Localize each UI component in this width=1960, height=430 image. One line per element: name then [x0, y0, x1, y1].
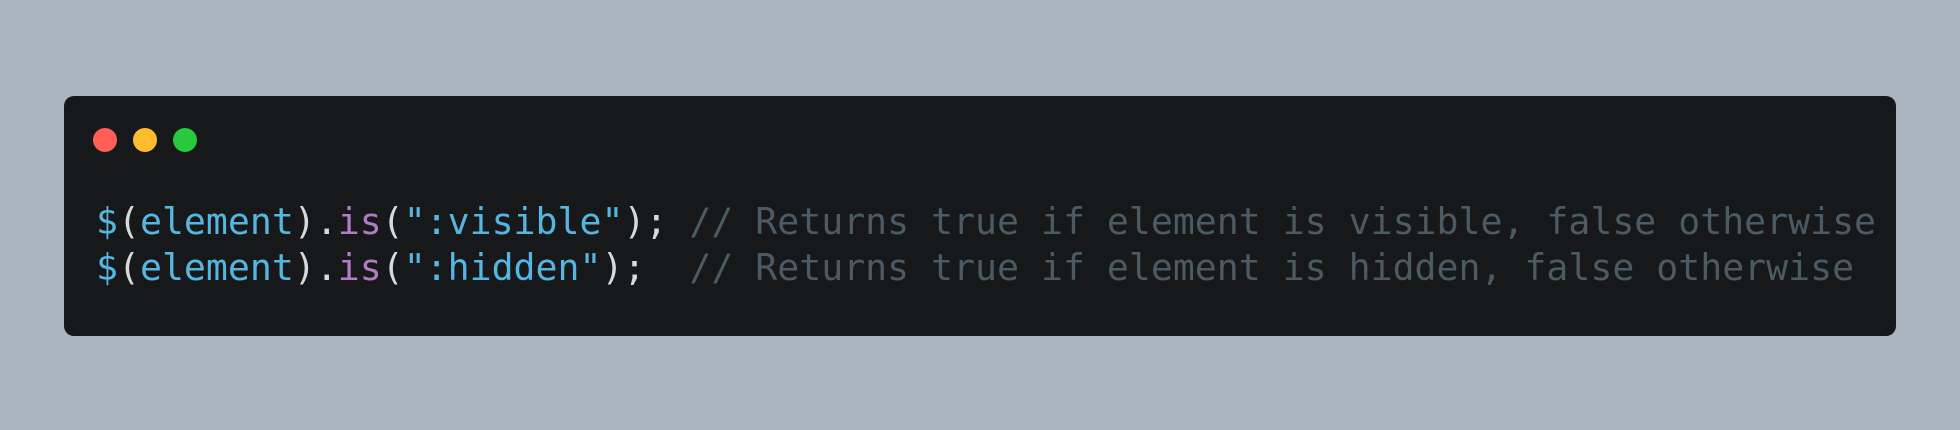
- open-paren: (: [117, 246, 140, 289]
- string-literal: ":hidden": [403, 246, 602, 289]
- selector-arg: element: [139, 246, 294, 289]
- jquery-dollar: $: [96, 246, 118, 289]
- close-paren-dot: ).: [293, 200, 338, 243]
- call-close: );: [623, 200, 668, 243]
- code-line-2: $(element).is(":hidden"); // Returns tru…: [96, 245, 1876, 291]
- call-open-paren: (: [381, 246, 404, 289]
- selector-arg: element: [139, 200, 294, 243]
- code-window: $(element).is(":visible"); // Returns tr…: [64, 96, 1896, 336]
- minimize-dot-icon[interactable]: [133, 128, 157, 152]
- spacing: [667, 200, 689, 243]
- method-name: is: [337, 200, 382, 243]
- open-paren: (: [117, 200, 140, 243]
- window-controls: [93, 128, 197, 152]
- call-open-paren: (: [381, 200, 404, 243]
- code-comment: // Returns true if element is visible, f…: [689, 200, 1877, 243]
- method-name: is: [337, 246, 382, 289]
- code-line-1: $(element).is(":visible"); // Returns tr…: [96, 199, 1876, 245]
- close-dot-icon[interactable]: [93, 128, 117, 152]
- maximize-dot-icon[interactable]: [173, 128, 197, 152]
- call-close: );: [601, 246, 646, 289]
- code-block: $(element).is(":visible"); // Returns tr…: [96, 199, 1876, 291]
- close-paren-dot: ).: [293, 246, 338, 289]
- spacing: [645, 246, 689, 289]
- string-literal: ":visible": [403, 200, 624, 243]
- code-comment: // Returns true if element is hidden, fa…: [689, 246, 1855, 289]
- jquery-dollar: $: [96, 200, 118, 243]
